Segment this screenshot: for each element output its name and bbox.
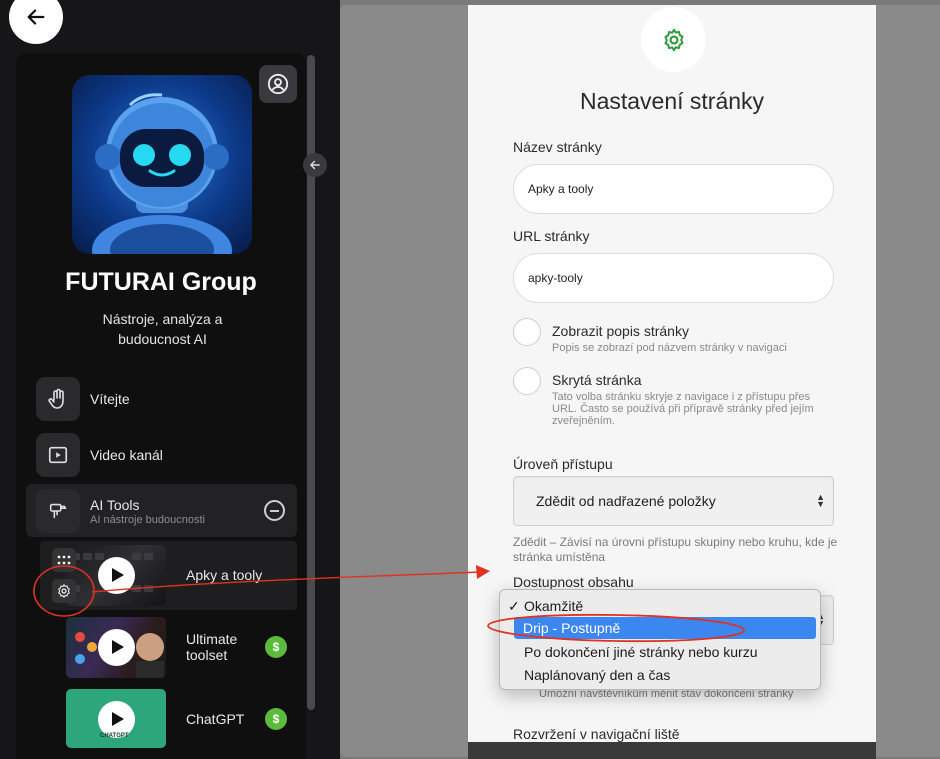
sidebar-item-label: Vítejte bbox=[90, 391, 130, 407]
access-level-select[interactable]: Zdědit od nadřazené položky ▲ ▼ bbox=[513, 476, 834, 526]
availability-dropdown-menu: ✓ Okamžitě Po dokončení jiné stránky neb… bbox=[499, 589, 821, 690]
hidden-page-toggle[interactable] bbox=[513, 367, 541, 395]
arrow-left-icon bbox=[27, 9, 45, 25]
dialog-title: Nastavení stránky bbox=[579, 88, 765, 114]
dropdown-option-naplanovany[interactable]: Naplánovaný den a čas bbox=[524, 667, 670, 683]
sidebar-item-vitejte[interactable]: Vítejte bbox=[36, 377, 296, 421]
dropdown-option-drip: Drip - Postupně bbox=[523, 620, 621, 636]
play-button[interactable] bbox=[98, 557, 135, 594]
access-level-label: Úroveň přístupu bbox=[513, 456, 613, 472]
thumbnail-caption: CHATGPT bbox=[100, 733, 129, 739]
sub-item-label: Ultimate toolset bbox=[186, 631, 238, 663]
select-arrows-icon: ▲▼ bbox=[816, 492, 825, 509]
thumbnail-apky bbox=[66, 545, 166, 606]
access-level-value: Zdědit od nadřazené položky bbox=[536, 493, 716, 509]
nav-icon-box bbox=[36, 489, 80, 533]
group-subtitle: AI nástroje budoucnosti bbox=[90, 514, 205, 526]
grid-dots-icon bbox=[57, 555, 71, 565]
dropdown-option-drip-highlight[interactable]: Drip - Postupně bbox=[514, 617, 816, 639]
check-icon: ✓ bbox=[508, 598, 520, 614]
dropdown-option-okamzite[interactable]: Okamžitě bbox=[524, 598, 583, 614]
brand-subtitle: Nástroje, analýza a budoucnost AI bbox=[102, 311, 223, 347]
thumbnail-chatgpt: CHATGPT bbox=[66, 689, 166, 748]
drag-handle-icon[interactable] bbox=[52, 548, 76, 572]
video-icon bbox=[48, 446, 68, 464]
tools-icon bbox=[49, 503, 67, 519]
hidden-page-help: Tato volba stránku skryje z navigace i z… bbox=[552, 391, 814, 427]
page-name-label: Název stránky bbox=[513, 139, 602, 155]
screen-root: FUTURAI Group Nástroje, analýza a budouc… bbox=[0, 0, 940, 759]
brand-logo bbox=[72, 75, 252, 254]
paid-badge: $ bbox=[265, 708, 287, 730]
url-input[interactable]: apky-tooly bbox=[513, 253, 834, 303]
sub-item-label: ChatGPT bbox=[186, 711, 245, 727]
nav-icon-box bbox=[36, 377, 80, 421]
thumbnail-ultimate bbox=[66, 617, 166, 678]
hand-icon bbox=[48, 388, 64, 409]
hidden-page-title: Skrytá stránka bbox=[552, 372, 642, 388]
gear-icon bbox=[663, 28, 684, 51]
sidebar-item-video-kanal[interactable]: Video kanál bbox=[36, 433, 296, 477]
show-description-toggle[interactable] bbox=[513, 318, 541, 346]
background-strip bbox=[468, 742, 876, 759]
group-label: AI Tools bbox=[90, 497, 140, 513]
nav-layout-label: Rozvržení v navigační liště bbox=[513, 726, 680, 742]
paid-badge: $ bbox=[265, 636, 287, 658]
user-icon bbox=[267, 73, 289, 95]
show-description-title: Zobrazit popis stránky bbox=[552, 323, 689, 339]
sidebar-group-ai-tools[interactable]: AI Tools AI nástroje budoucnosti bbox=[26, 484, 297, 537]
sidebar-item-label: Video kanál bbox=[90, 447, 163, 463]
brand-title: FUTURAI Group bbox=[65, 268, 257, 296]
play-button[interactable] bbox=[98, 629, 135, 666]
arrow-left-icon bbox=[310, 160, 320, 170]
dialog-header-icon bbox=[641, 7, 706, 72]
availability-label: Dostupnost obsahu bbox=[513, 574, 634, 590]
collapse-group-icon[interactable] bbox=[264, 500, 285, 521]
nav-icon-box bbox=[36, 433, 80, 477]
page-settings-button[interactable] bbox=[52, 579, 76, 603]
collapse-sidebar-button[interactable] bbox=[303, 153, 327, 177]
user-profile-button[interactable] bbox=[259, 65, 297, 103]
url-label: URL stránky bbox=[513, 228, 590, 244]
sub-item-label: Apky a tooly bbox=[186, 567, 263, 583]
dropdown-option-po-dokonceni[interactable]: Po dokončení jiné stránky nebo kurzu bbox=[524, 644, 757, 660]
show-description-help: Popis se zobrazí pod názvem stránky v na… bbox=[552, 342, 787, 354]
gear-icon bbox=[58, 584, 70, 598]
robot-icon bbox=[92, 93, 232, 254]
page-name-input[interactable]: Apky a tooly bbox=[513, 164, 834, 214]
access-level-help: Zdědit – Závisí na úrovni přístupu skupi… bbox=[513, 535, 838, 564]
